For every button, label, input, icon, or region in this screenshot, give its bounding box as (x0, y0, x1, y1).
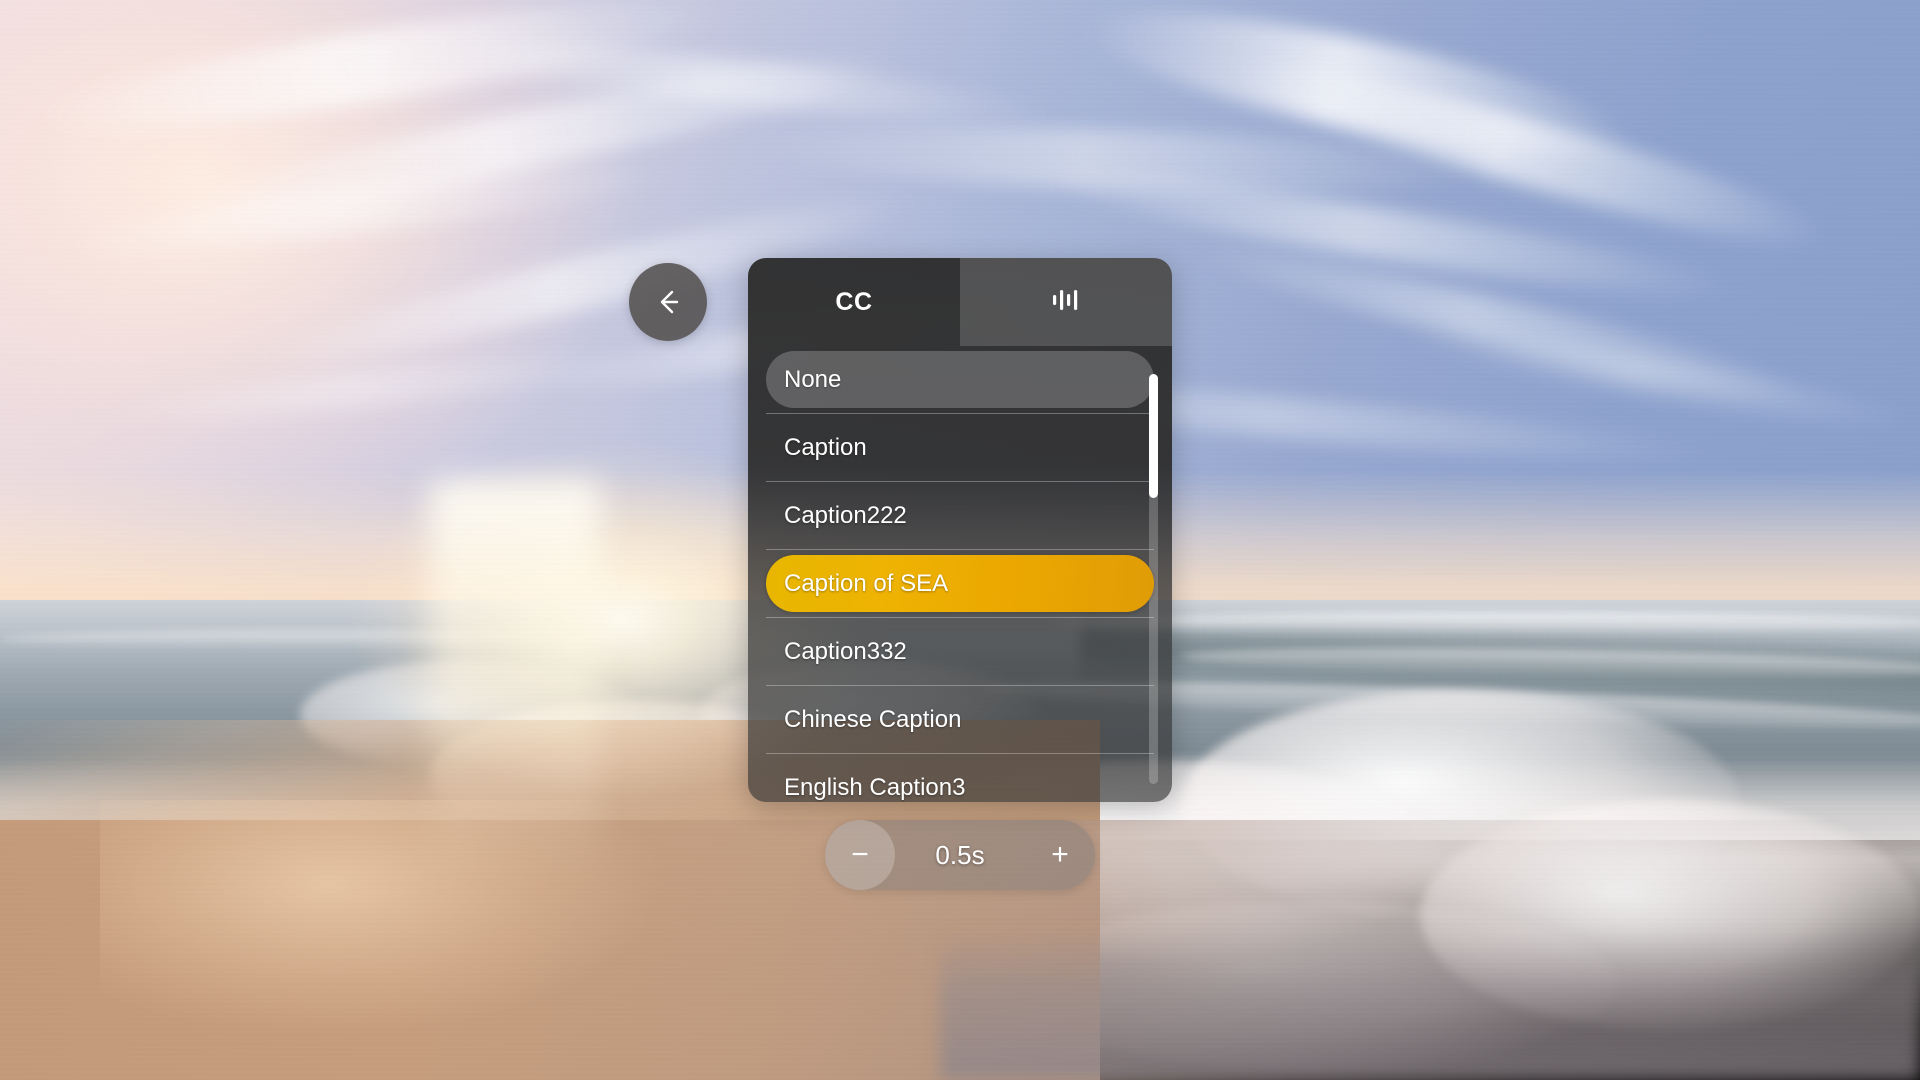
sun-reflection-streak (430, 480, 600, 880)
arrow-left-icon (651, 285, 685, 319)
caption-list-container: None Caption Caption222 Caption of SEA C… (748, 346, 1172, 802)
list-item-label: Caption332 (784, 637, 907, 665)
caption-delay-stepper: − 0.5s + (825, 820, 1095, 890)
caption-list[interactable]: None Caption Caption222 Caption of SEA C… (748, 346, 1172, 802)
list-item[interactable]: English Caption3 (766, 754, 1154, 802)
list-item-label: Caption (784, 433, 867, 461)
list-item-selected[interactable]: Caption of SEA (766, 550, 1154, 617)
list-item[interactable]: Caption222 (766, 482, 1154, 549)
list-item-label: Caption222 (784, 501, 907, 529)
list-item[interactable]: None (766, 346, 1154, 413)
back-button[interactable] (629, 263, 707, 341)
list-item-label: Chinese Caption (784, 705, 962, 733)
delay-value: 0.5s (935, 839, 985, 870)
caption-settings-panel: CC None Caption Caption222 Caption of SE… (748, 258, 1172, 802)
tab-closed-captions[interactable]: CC (748, 258, 960, 346)
list-item[interactable]: Caption332 (766, 618, 1154, 685)
tab-audio-track[interactable] (960, 258, 1172, 346)
wet-sand (940, 930, 1920, 1080)
wave-crest (1050, 612, 1920, 634)
list-item[interactable]: Caption (766, 414, 1154, 481)
list-item-label: English Caption3 (784, 773, 966, 801)
panel-tabs: CC (748, 258, 1172, 346)
list-item-label: None (784, 365, 842, 393)
audio-waveform-icon (1051, 287, 1081, 318)
decrement-delay-button[interactable]: − (825, 820, 895, 890)
list-item[interactable]: Chinese Caption (766, 686, 1154, 753)
increment-delay-button[interactable]: + (1025, 820, 1095, 890)
list-item-label: Caption of SEA (784, 569, 949, 597)
tab-cc-label: CC (835, 287, 873, 316)
